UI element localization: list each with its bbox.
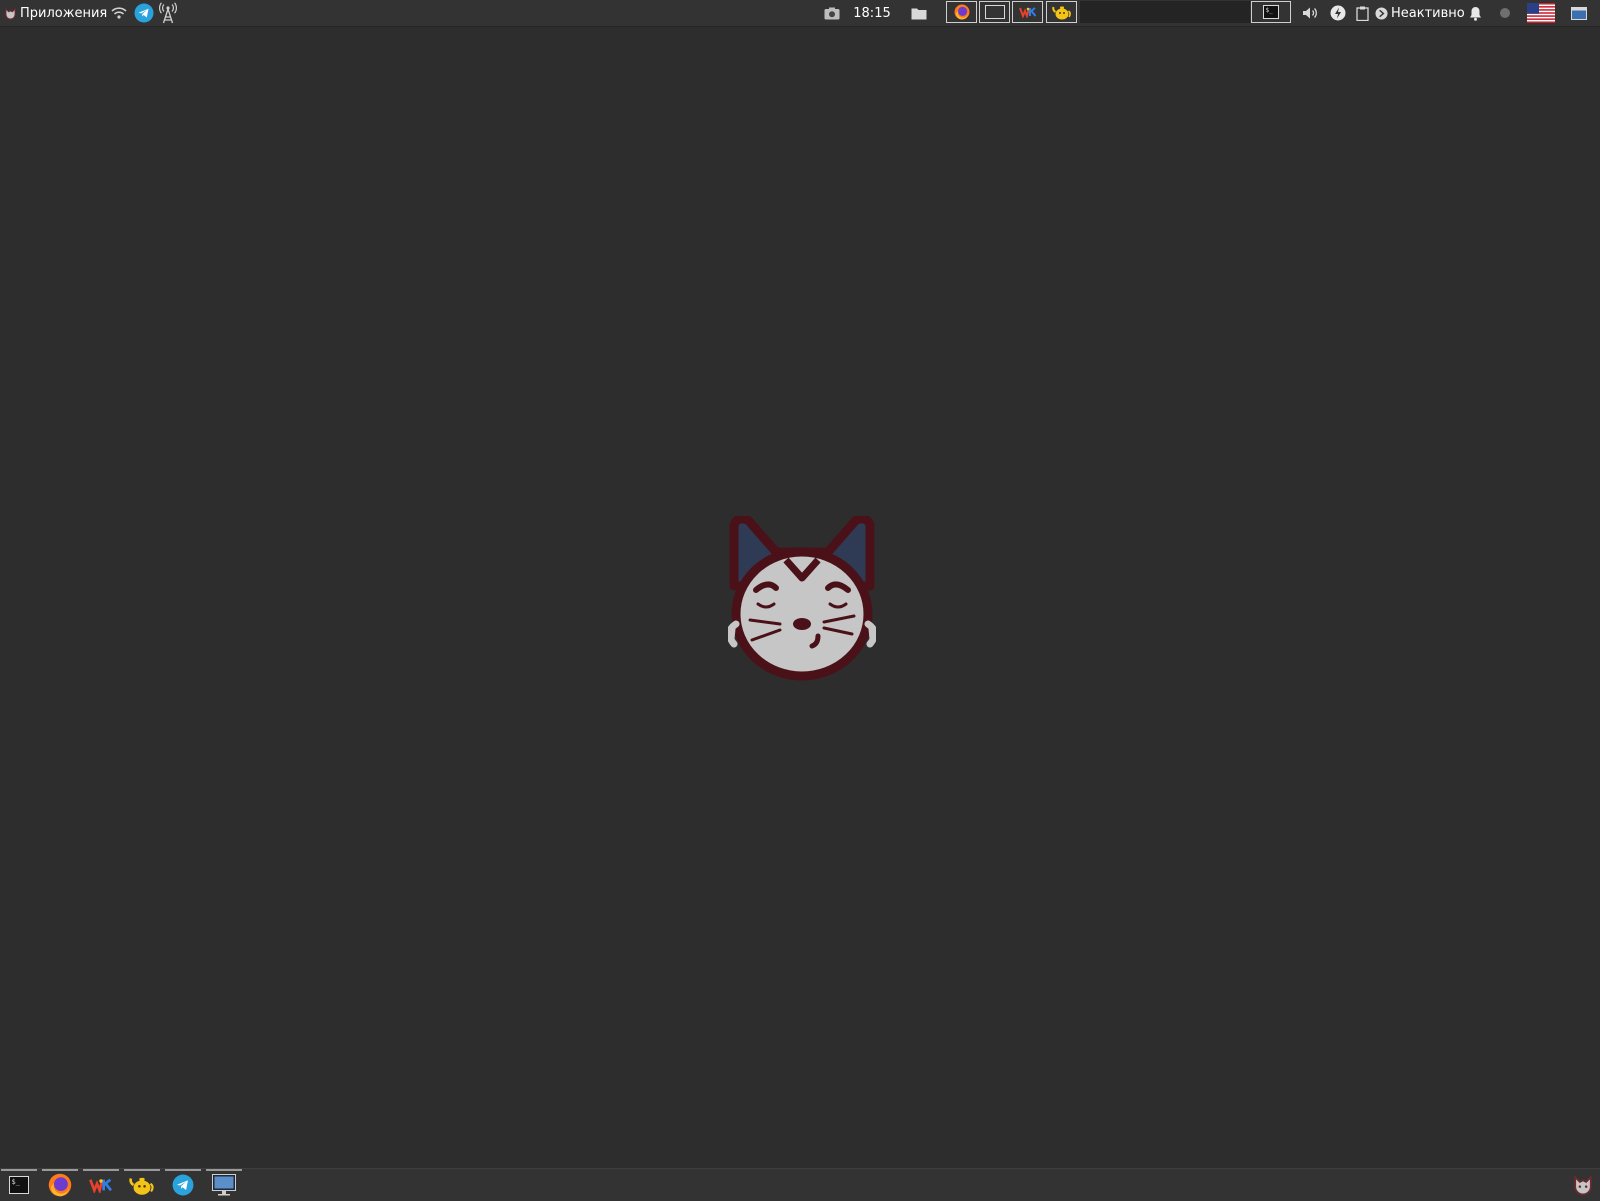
clipboard-icon[interactable] [1353,0,1371,26]
running-indicator [206,1169,242,1171]
dot-icon[interactable] [1496,0,1514,26]
top-panel: Приложения 18:15 $_ Неактивно [0,0,1600,27]
window-icon [984,5,1005,19]
power-bolt-icon[interactable] [1328,0,1348,26]
running-indicator [42,1169,78,1171]
dock-item-terminal[interactable]: $_ [0,1169,38,1201]
us-flag-icon [1527,3,1555,23]
taskbar-window-firefox[interactable] [946,1,977,23]
taskbar-empty-slot[interactable] [1080,1,1114,23]
dock-item-firefox[interactable] [41,1169,79,1201]
desktop-cat-logo [728,516,876,681]
applications-menu[interactable]: Приложения [0,0,111,26]
telegram-icon[interactable] [133,0,155,26]
monitor-icon [212,1174,236,1196]
taskbar-empty-slot[interactable] [1114,1,1148,23]
running-indicator [165,1169,201,1171]
dock-item-multicolor-app[interactable] [82,1169,120,1201]
radio-tower-icon[interactable] [157,0,179,26]
applications-menu-label: Приложения [20,5,108,21]
folder-icon[interactable] [909,0,929,26]
wifi-icon[interactable] [110,0,128,26]
clock[interactable]: 18:15 [848,0,896,26]
caffeine-status[interactable]: Неактивно [1375,0,1465,26]
taskbar-empty-slot[interactable] [1182,1,1216,23]
taskbar-window-terminal[interactable]: $_ [1251,1,1291,23]
running-indicator [124,1169,160,1171]
app-wk-icon [1018,7,1036,18]
show-desktop-icon[interactable] [1568,0,1590,26]
taskbar-empty-slot[interactable] [1216,1,1250,23]
dock-item-remote-desktop[interactable] [205,1169,243,1201]
telegram-icon [172,1174,194,1196]
terminal-icon: $_ [1263,5,1279,19]
caffeine-icon [1375,6,1388,20]
camera-icon[interactable] [822,0,842,26]
cat-logo-icon [1574,1174,1592,1196]
taskbar-window-teapot-app[interactable] [1046,1,1077,23]
dock-corner-cat-logo[interactable] [1566,1169,1600,1201]
dock-item-telegram[interactable] [164,1169,202,1201]
idle-status-label: Неактивно [1391,5,1465,21]
svg-text:$_: $_ [1266,7,1274,14]
teapot-icon [1051,6,1071,20]
cat-logo-icon [5,7,16,20]
firefox-icon [954,4,969,20]
firefox-icon [48,1173,72,1197]
taskbar-window-blank[interactable] [979,1,1010,23]
taskbar-window-multicolor-app[interactable] [1012,1,1043,23]
app-wk-icon [89,1178,113,1193]
dock-item-teapot-app[interactable] [123,1169,161,1201]
keyboard-layout-indicator[interactable] [1526,0,1556,26]
teapot-icon [129,1177,154,1195]
speaker-icon[interactable] [1300,0,1320,26]
bottom-dock: $_ [0,1168,1600,1201]
svg-text:$_: $_ [12,1178,21,1186]
running-indicator [1,1169,37,1171]
taskbar-empty-slot[interactable] [1148,1,1182,23]
running-indicator [83,1169,119,1171]
bell-icon[interactable] [1466,0,1484,26]
terminal-icon: $_ [9,1176,29,1194]
